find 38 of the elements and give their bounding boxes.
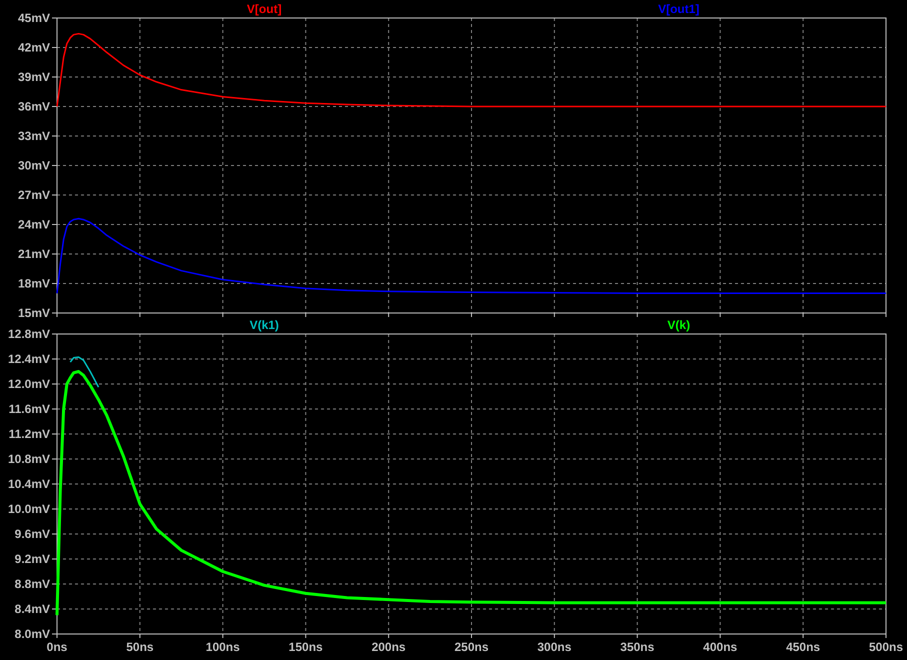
axis-label: 450ns: [786, 640, 820, 654]
axis-label: 12.0mV: [8, 377, 50, 391]
axis-label: 9.2mV: [14, 552, 50, 566]
axis-label: 30mV: [18, 158, 50, 172]
axis-label: 8.0mV: [14, 627, 50, 641]
axis-label: 12.8mV: [8, 327, 50, 341]
axis-label: 11.2mV: [8, 427, 50, 441]
trace-label[interactable]: V[out]: [246, 2, 282, 16]
axis-label: 400ns: [703, 640, 738, 654]
axis-label: 27mV: [18, 188, 50, 202]
axis-label: 36mV: [18, 100, 50, 114]
axis-label: 100ns: [206, 640, 240, 654]
axis-label: 11.6mV: [8, 402, 50, 416]
axis-label: 150ns: [288, 640, 323, 654]
axis-label: 45mV: [18, 11, 50, 25]
axis-label: 10.8mV: [8, 452, 50, 466]
axis-label: 500ns: [868, 640, 904, 654]
axis-label: 39mV: [18, 70, 50, 84]
axis-label: 350ns: [620, 640, 654, 654]
axis-label: 250ns: [454, 640, 489, 654]
axis-label: 33mV: [18, 129, 50, 143]
axis-label: 12.4mV: [8, 352, 50, 366]
axis-label: 300ns: [537, 640, 572, 654]
axis-label: 15mV: [18, 306, 50, 320]
trace-label[interactable]: V(k): [667, 320, 690, 332]
axis-label: 10.4mV: [8, 477, 50, 491]
axis-label: 8.8mV: [14, 577, 50, 591]
axis-label: 9.6mV: [14, 527, 50, 541]
axis-label: 200ns: [372, 640, 406, 654]
axis-label: 8.4mV: [14, 602, 50, 616]
axis-label: 24mV: [18, 218, 50, 232]
axis-label: 42mV: [18, 40, 50, 54]
axis-label: 10.0mV: [8, 502, 50, 516]
axis-label: 18mV: [18, 276, 50, 290]
trace-label[interactable]: V(k1): [250, 320, 279, 332]
axis-label: 50ns: [126, 640, 154, 654]
axis-label: 21mV: [18, 247, 50, 261]
axis-label: 0ns: [46, 640, 68, 654]
